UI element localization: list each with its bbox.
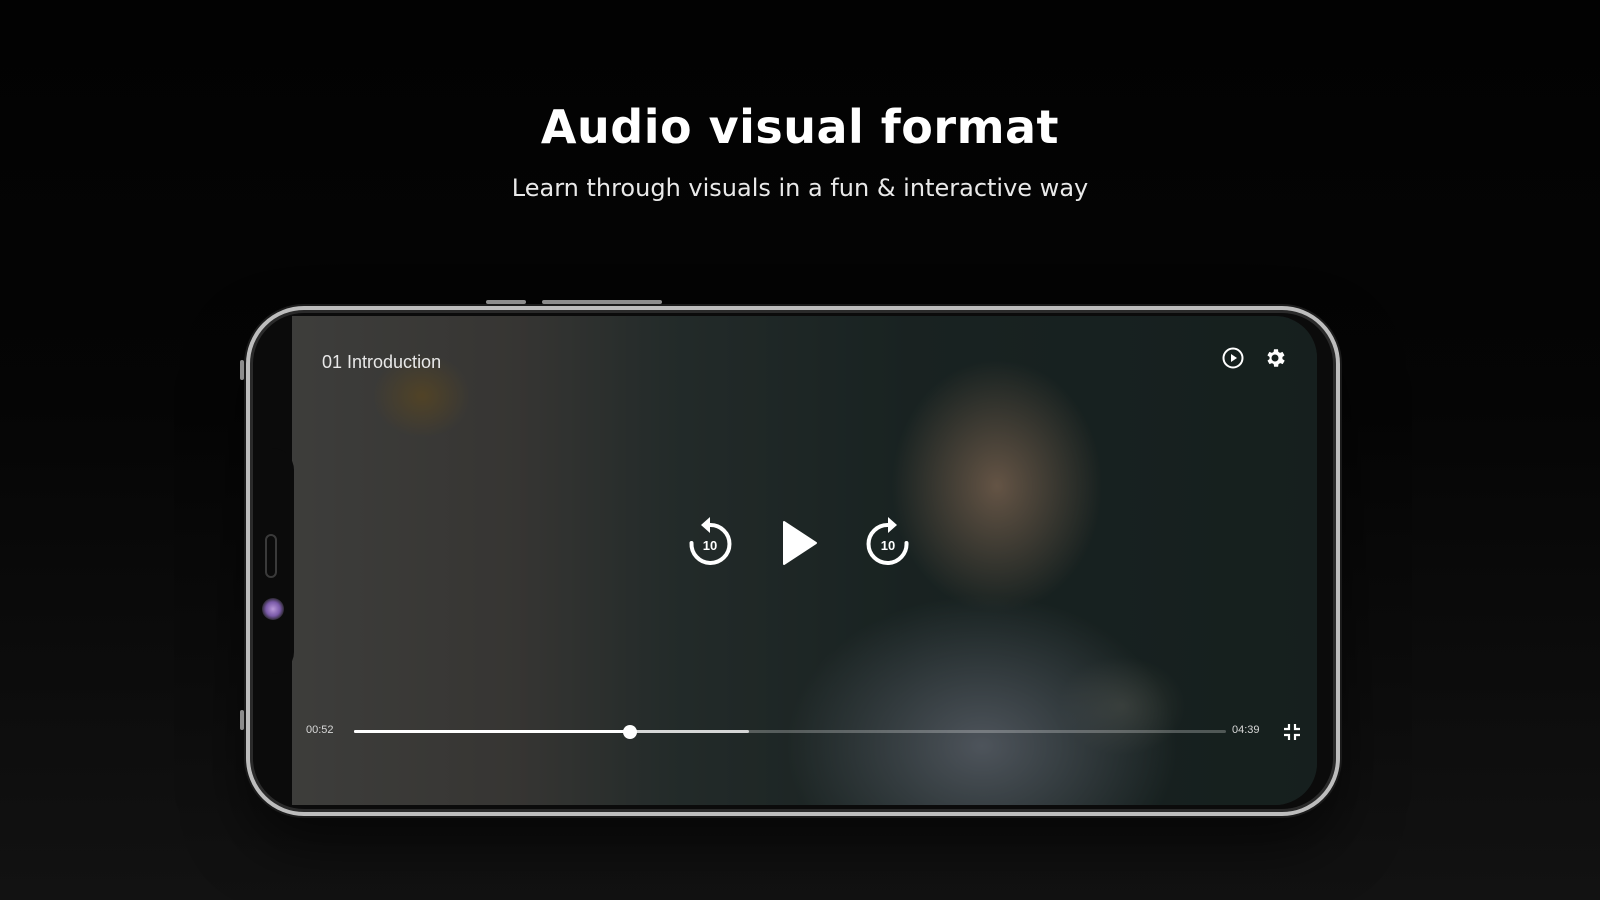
fullscreen-button[interactable]	[1281, 721, 1303, 743]
gear-icon[interactable]	[1263, 346, 1287, 370]
forward-seconds: 10	[880, 538, 896, 553]
exit-fullscreen-icon	[1284, 724, 1300, 740]
play-button[interactable]	[768, 508, 828, 578]
phone-speaker	[265, 534, 277, 578]
seek-thumb[interactable]	[623, 725, 638, 739]
phone-side-button	[240, 360, 244, 380]
front-camera	[262, 598, 284, 620]
promo-stage: Audio visual format Learn through visual…	[0, 0, 1600, 900]
video-title: 01 Introduction	[322, 352, 442, 372]
forward-button[interactable]: 10	[858, 508, 918, 578]
total-time: 04:39	[1232, 724, 1260, 736]
rewind-button[interactable]: 10	[680, 508, 740, 578]
playback-controls: 10 10	[292, 508, 1317, 578]
phone-side-button	[240, 710, 244, 730]
phone-side-button	[542, 300, 662, 304]
play-icon	[783, 521, 817, 565]
video-player[interactable]: 01 Introduction 10 10 00:52 04:39	[292, 316, 1317, 805]
player-top-controls	[1221, 346, 1287, 370]
phone-side-button	[486, 300, 526, 304]
seek-bar[interactable]	[354, 725, 1226, 739]
progress-row: 00:52 04:39	[292, 720, 1317, 744]
play-circle-icon[interactable]	[1221, 346, 1245, 370]
promo-subline: Learn through visuals in a fun & interac…	[511, 174, 1089, 202]
rewind-seconds: 10	[702, 538, 718, 553]
played-bar	[354, 730, 631, 733]
promo-headline: Audio visual format	[540, 100, 1060, 154]
current-time: 00:52	[306, 724, 334, 736]
